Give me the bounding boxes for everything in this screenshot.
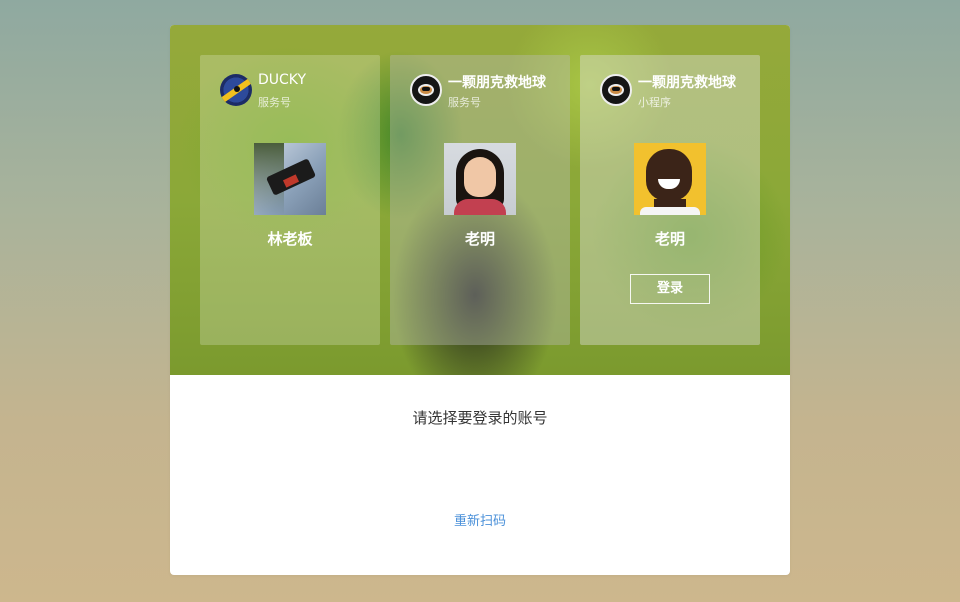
account-type: 服务号 xyxy=(258,96,291,109)
account-type: 服务号 xyxy=(448,96,481,109)
woman-portrait-avatar xyxy=(444,143,516,215)
user-name: 老明 xyxy=(654,230,685,248)
kite-photo-avatar xyxy=(254,143,326,215)
rescan-link[interactable]: 重新扫码 xyxy=(170,510,790,529)
hero-background: DUCKY 服务号 林老板 一颗朋克救地球 服务号 老明 一颗朋克救地球 小程序… xyxy=(170,25,790,375)
account-type: 小程序 xyxy=(638,96,671,109)
account-card-punk-service[interactable]: 一颗朋克救地球 服务号 老明 xyxy=(390,55,570,345)
account-name: 一颗朋克救地球 xyxy=(638,75,736,91)
card-header: 一颗朋克救地球 小程序 xyxy=(600,72,750,112)
card-header: 一颗朋克救地球 服务号 xyxy=(410,72,560,112)
smiling-man-avatar xyxy=(634,143,706,215)
ducky-logo-icon xyxy=(220,74,252,106)
account-card-ducky[interactable]: DUCKY 服务号 林老板 xyxy=(200,55,380,345)
select-account-prompt: 请选择要登录的账号 xyxy=(412,409,548,427)
punk-club-logo-icon xyxy=(410,74,442,106)
account-card-punk-miniprogram[interactable]: 一颗朋克救地球 小程序 老明 登录 xyxy=(580,55,760,345)
account-name: DUCKY xyxy=(258,72,307,88)
login-button[interactable]: 登录 xyxy=(630,274,710,304)
user-name: 林老板 xyxy=(267,230,313,248)
user-name: 老明 xyxy=(464,230,495,248)
punk-club-logo-icon xyxy=(600,74,632,106)
account-name: 一颗朋克救地球 xyxy=(448,75,546,91)
rescan-label[interactable]: 重新扫码 xyxy=(454,514,506,529)
card-header: DUCKY 服务号 xyxy=(220,72,370,112)
account-select-panel: DUCKY 服务号 林老板 一颗朋克救地球 服务号 老明 一颗朋克救地球 小程序… xyxy=(170,25,790,575)
